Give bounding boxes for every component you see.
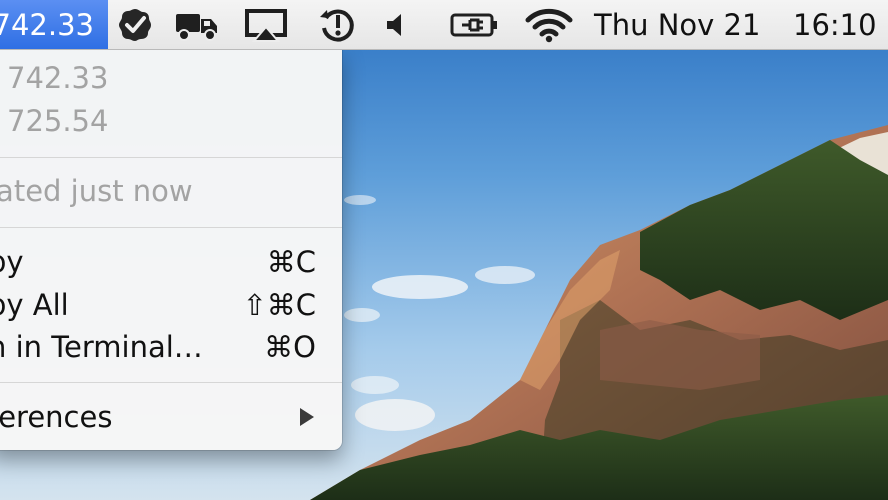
time-machine-icon[interactable] — [316, 0, 360, 49]
ask-price-label: : 725.54 — [0, 104, 109, 138]
menu-item-open-in-terminal[interactable]: n in Terminal… ⌘O — [0, 326, 342, 368]
menu-bar: 742.33 Thu Nov 21 16:10 — [0, 0, 888, 50]
delivery-truck-icon[interactable] — [172, 0, 222, 49]
price-dropdown-menu: : 742.33 : 725.54 lated just now py ⌘C p… — [0, 49, 342, 450]
submenu-arrow-icon — [300, 408, 314, 426]
price-status-item[interactable]: 742.33 — [0, 0, 108, 49]
copy-all-label: py All — [0, 288, 69, 322]
updated-status-label: lated just now — [0, 174, 193, 208]
menu-separator — [0, 382, 342, 383]
airplay-icon[interactable] — [242, 0, 290, 49]
clock-date[interactable]: Thu Nov 21 — [594, 0, 774, 49]
menu-separator — [0, 157, 342, 158]
open-in-terminal-shortcut: ⌘O — [264, 330, 316, 364]
preferences-label: ferences — [0, 400, 113, 434]
bid-price-label: : 742.33 — [0, 61, 109, 95]
menu-item-copy-all[interactable]: py All ⇧⌘C — [0, 284, 342, 326]
menu-item-preferences[interactable]: ferences — [0, 396, 342, 438]
wifi-icon[interactable] — [522, 0, 576, 49]
ask-price-row: : 725.54 — [0, 100, 342, 142]
copy-label: py — [0, 245, 24, 279]
copy-shortcut: ⌘C — [266, 245, 316, 279]
date-label: Thu Nov 21 — [594, 7, 761, 42]
desktop-screen: 742.33 Thu Nov 21 16:10: 742.33: 725.5… — [0, 0, 888, 500]
battery-plug-icon[interactable] — [446, 0, 502, 49]
volume-icon[interactable] — [380, 0, 410, 49]
menu-item-copy[interactable]: py ⌘C — [0, 241, 342, 283]
time-label: 16:10 — [793, 7, 877, 42]
copy-all-shortcut: ⇧⌘C — [242, 288, 316, 322]
check-badge-icon[interactable] — [114, 0, 156, 49]
updated-status-row: lated just now — [0, 170, 342, 212]
open-in-terminal-label: n in Terminal… — [0, 330, 203, 364]
clock-time[interactable]: 16:10 — [793, 0, 888, 49]
menu-separator — [0, 227, 342, 228]
price-value: 742.33 — [0, 7, 94, 42]
bid-price-row: : 742.33 — [0, 57, 342, 99]
